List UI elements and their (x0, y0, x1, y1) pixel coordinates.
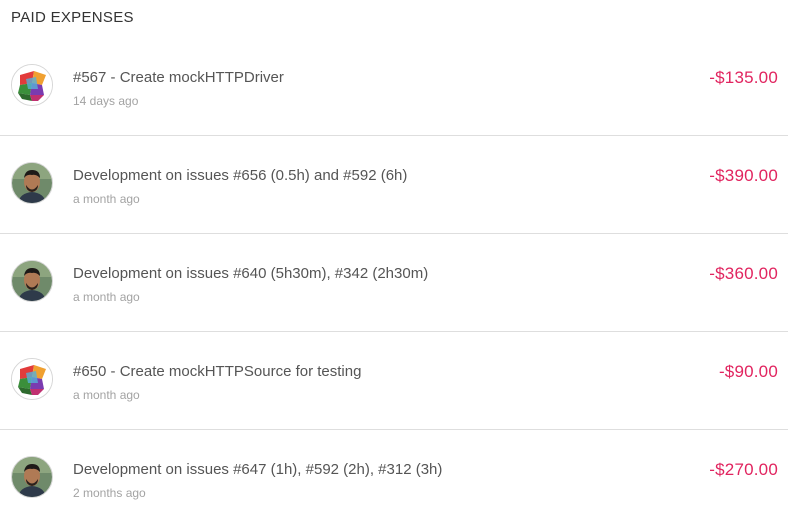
expense-description[interactable]: #567 - Create mockHTTPDriver (73, 69, 284, 86)
expense-row[interactable]: #650 - Create mockHTTPSource for testing… (0, 332, 788, 430)
expense-time: 14 days ago (73, 94, 139, 108)
expense-amount: -$90.00 (718, 362, 778, 381)
person-photo-avatar[interactable] (11, 162, 53, 204)
expense-description[interactable]: Development on issues #656 (0.5h) and #5… (73, 167, 407, 184)
expense-description[interactable]: Development on issues #647 (1h), #592 (2… (73, 461, 442, 478)
colorful-logo-avatar[interactable] (11, 64, 53, 106)
colorful-logo-avatar[interactable] (11, 358, 53, 400)
expense-row[interactable]: #567 - Create mockHTTPDriver 14 days ago… (0, 38, 788, 136)
section-title: PAID EXPENSES (11, 9, 134, 26)
expense-amount: -$135.00 (709, 68, 778, 87)
person-photo-avatar[interactable] (11, 260, 53, 302)
expense-list: #567 - Create mockHTTPDriver 14 days ago… (0, 38, 788, 528)
expense-time: a month ago (73, 388, 140, 402)
expense-time: a month ago (73, 290, 140, 304)
expense-description[interactable]: Development on issues #640 (5h30m), #342… (73, 265, 428, 282)
colorful-logo-icon (12, 359, 52, 399)
expense-amount: -$270.00 (709, 460, 778, 479)
person-photo-icon (12, 261, 52, 301)
expense-time: 2 months ago (73, 486, 146, 500)
expense-description[interactable]: #650 - Create mockHTTPSource for testing (73, 363, 361, 380)
expense-row[interactable]: Development on issues #656 (0.5h) and #5… (0, 136, 788, 234)
colorful-logo-icon (12, 65, 52, 105)
expense-amount: -$390.00 (709, 166, 778, 185)
person-photo-icon (12, 457, 52, 497)
expense-row[interactable]: Development on issues #640 (5h30m), #342… (0, 234, 788, 332)
person-photo-avatar[interactable] (11, 456, 53, 498)
expense-time: a month ago (73, 192, 140, 206)
person-photo-icon (12, 163, 52, 203)
expense-row[interactable]: Development on issues #647 (1h), #592 (2… (0, 430, 788, 528)
expense-amount: -$360.00 (709, 264, 778, 283)
